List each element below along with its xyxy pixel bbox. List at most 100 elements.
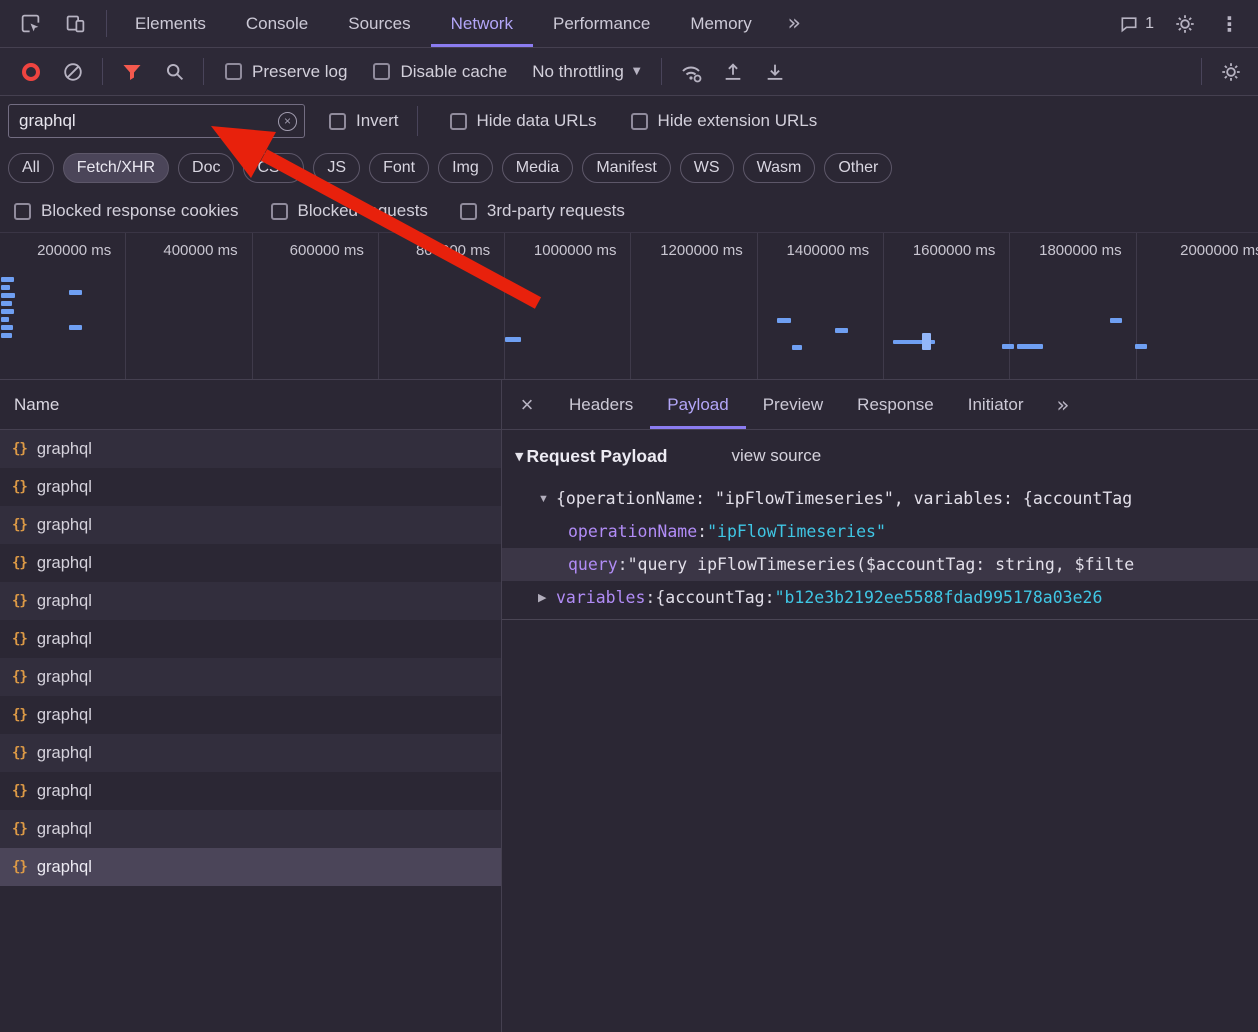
checkbox-icon (631, 113, 648, 130)
search-button[interactable] (153, 51, 195, 93)
payload-row[interactable]: ▼ {operationName: "ipFlowTimeseries", va… (502, 482, 1258, 515)
request-row[interactable]: {}graphql (0, 620, 501, 658)
waterfall-marks (0, 233, 1258, 379)
detail-tab-initiator[interactable]: Initiator (951, 380, 1041, 429)
record-button[interactable] (10, 51, 52, 93)
main-split: Name {} graphql {} graphql {} graphql {} gra… (0, 380, 1258, 1032)
waterfall-mark (1, 277, 14, 282)
throttling-select[interactable]: No throttling ▼ (532, 62, 640, 82)
upload-icon (722, 61, 744, 83)
blocked-requests-checkbox[interactable]: Blocked requests (271, 201, 428, 221)
gear-icon (1174, 13, 1196, 35)
filter-chip-media[interactable]: Media (502, 153, 574, 183)
third-party-requests-checkbox[interactable]: 3rd-party requests (460, 201, 625, 221)
detail-tab-response[interactable]: Response (840, 380, 951, 429)
section-expander-icon[interactable]: ▼ (515, 450, 523, 463)
json-icon: {} (12, 669, 27, 685)
filter-chip-other[interactable]: Other (824, 153, 892, 183)
request-row[interactable]: {}graphql (0, 544, 501, 582)
export-har-button[interactable] (754, 51, 796, 93)
request-row[interactable]: {} graphql (0, 734, 501, 772)
network-filter-input[interactable] (9, 111, 304, 131)
detail-tab-payload[interactable]: Payload (650, 380, 745, 429)
filter-chip-font[interactable]: Font (369, 153, 429, 183)
payload-row[interactable]: ▶ variables : {accountTag: "b12e3b2192ee… (502, 581, 1258, 614)
request-name: graphql (37, 858, 92, 877)
request-row-selected[interactable]: {}graphql (0, 848, 501, 886)
tab-performance[interactable]: Performance (533, 0, 670, 47)
filter-chip-img[interactable]: Img (438, 153, 493, 183)
json-icon: {} (12, 745, 27, 761)
filter-chip-css[interactable]: CSS (243, 153, 304, 183)
inspect-element-button[interactable] (8, 0, 53, 47)
hide-data-urls-checkbox[interactable]: Hide data URLs (450, 111, 597, 131)
tab-memory[interactable]: Memory (670, 0, 771, 47)
request-row[interactable]: {}graphql (0, 582, 501, 620)
blocked-response-cookies-checkbox[interactable]: Blocked response cookies (14, 201, 239, 221)
inspect-icon (20, 13, 41, 34)
filter-chip-manifest[interactable]: Manifest (582, 153, 670, 183)
filter-chip-ws[interactable]: WS (680, 153, 734, 183)
record-icon (22, 63, 40, 81)
request-row[interactable]: {}graphql (0, 506, 501, 544)
payload-section-title[interactable]: Request Payload (526, 446, 667, 467)
filter-chip-doc[interactable]: Doc (178, 153, 234, 183)
kebab-menu-icon: ⋮ (1220, 12, 1240, 36)
json-icon: {} (12, 821, 27, 837)
clear-filter-icon[interactable]: × (278, 112, 297, 131)
tab-elements[interactable]: Elements (115, 0, 226, 47)
more-tabs-button[interactable]: » (772, 0, 817, 47)
invert-checkbox[interactable]: Invert (329, 111, 399, 131)
preserve-log-checkbox[interactable]: Preserve log (225, 62, 347, 82)
close-details-button[interactable]: × (502, 380, 552, 429)
filter-chip-fetch-xhr[interactable]: Fetch/XHR (63, 153, 169, 183)
details-tab-bar: × Headers Payload Preview Response Initi… (502, 380, 1258, 430)
request-name: graphql (37, 554, 92, 573)
tab-sources[interactable]: Sources (328, 0, 430, 47)
filter-toggle-button[interactable] (111, 51, 153, 93)
checkbox-icon (271, 203, 288, 220)
tab-network[interactable]: Network (431, 0, 533, 47)
tab-console[interactable]: Console (226, 0, 328, 47)
waterfall-mark (69, 325, 82, 330)
request-row[interactable]: {}graphql (0, 658, 501, 696)
payload-row-selected[interactable]: query : "query ipFlowTimeseries($account… (502, 548, 1258, 581)
request-name: graphql (37, 744, 92, 763)
request-name: graphql (37, 592, 92, 611)
request-row[interactable]: {}graphql (0, 430, 501, 468)
json-icon: {} (12, 783, 27, 799)
disable-cache-checkbox[interactable]: Disable cache (373, 62, 507, 82)
view-source-link[interactable]: view source (732, 446, 822, 466)
detail-tab-preview[interactable]: Preview (746, 380, 840, 429)
network-toolbar: Preserve log Disable cache No throttling… (0, 48, 1258, 96)
extra-filters-row: Blocked response cookies Blocked request… (0, 190, 1258, 232)
kebab-menu-button[interactable]: ⋮ (1207, 0, 1252, 47)
import-har-button[interactable] (712, 51, 754, 93)
checkbox-icon (14, 203, 31, 220)
hide-extension-urls-checkbox[interactable]: Hide extension URLs (631, 111, 818, 131)
network-settings-button[interactable] (1210, 51, 1252, 93)
request-row[interactable]: {}graphql (0, 772, 501, 810)
request-row[interactable]: {}graphql (0, 468, 501, 506)
network-conditions-button[interactable] (670, 51, 712, 93)
settings-button[interactable] (1162, 0, 1207, 47)
more-detail-tabs-button[interactable]: » (1040, 380, 1085, 429)
waterfall-mark (1, 285, 10, 290)
clear-log-button[interactable] (52, 51, 94, 93)
waterfall-mark (1135, 344, 1147, 349)
checkbox-icon (460, 203, 477, 220)
filter-chip-js[interactable]: JS (313, 153, 360, 183)
message-bubble-icon (1119, 14, 1139, 34)
filter-chip-all[interactable]: All (8, 153, 54, 183)
payload-row[interactable]: operationName : "ipFlowTimeseries" (502, 515, 1258, 548)
timeline-overview[interactable]: 200000 ms 400000 ms 600000 ms 800000 ms … (0, 232, 1258, 380)
device-toolbar-button[interactable] (53, 0, 98, 47)
detail-tab-headers[interactable]: Headers (552, 380, 650, 429)
network-conditions-icon (679, 60, 703, 84)
request-row[interactable]: {}graphql (0, 810, 501, 848)
name-column-header[interactable]: Name (0, 380, 501, 430)
requests-panel: Name {} graphql {} graphql {} graphql {} gra… (0, 380, 502, 1032)
request-row[interactable]: {}graphql (0, 696, 501, 734)
blocked-requests-label: Blocked requests (298, 201, 428, 221)
filter-chip-wasm[interactable]: Wasm (743, 153, 816, 183)
